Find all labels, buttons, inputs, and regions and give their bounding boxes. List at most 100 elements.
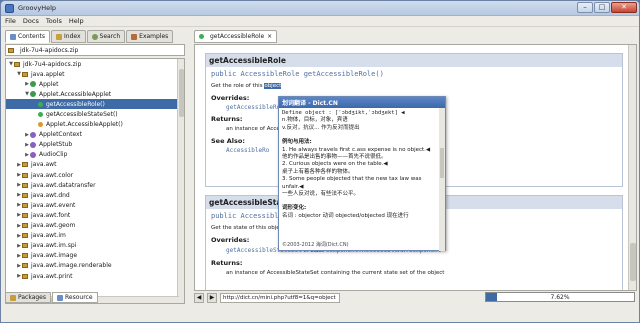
tree-node[interactable]: ▶ AppletStub [6,140,184,150]
tree-node[interactable]: ▶ AppletContext [6,130,184,140]
package-icon [22,162,28,168]
zip-icon [8,47,14,53]
tree-node[interactable]: getAccessibleRole() [6,99,184,110]
method-heading: getAccessibleRole [206,54,622,67]
tab-resource[interactable]: Resource [52,292,98,303]
tree-node[interactable]: ▶ java.awt.image [6,251,184,261]
status-url: http://dict.cn/mini.php?utf8=1&q=object [220,292,340,303]
doc-tab[interactable]: getAccessibleRole × [194,30,278,43]
bottom-tab-bar: Packages Resource [5,292,98,303]
tree-vertical-scrollbar[interactable] [177,59,184,303]
tab-search[interactable]: Search [86,30,126,43]
interface-icon [30,141,36,148]
popup-footer: ©2003-2012 海词(Dict.CN) [282,242,349,248]
method-description: Get the role of this object [206,81,622,91]
popup-line: 3. Some people objected that the new tax… [282,176,422,190]
tree-node-label: AudioClip [39,151,68,159]
back-button[interactable]: ◀ [194,292,204,303]
doc-vertical-scrollbar[interactable] [628,45,636,290]
popup-line [282,198,442,205]
close-button[interactable]: ✕ [611,2,637,13]
tree-node[interactable]: ▼ java.applet [6,69,184,79]
dictionary-popup[interactable]: 划词翻译 - Dict.CN Define object : [ˈɔbdʒikt… [278,96,446,251]
popup-line: n.物体，目标，对象，宾语 [282,117,348,124]
progress-text: 7.62% [550,294,570,301]
tree-node-label: AppletContext [39,131,82,139]
package-icon [22,182,28,188]
tree-node[interactable]: ▶ java.awt.print [6,271,184,281]
contents-tree[interactable]: ▼ jdk-7u4-apidocs.zip ▼ java.applet ▶ Applet ▼… [5,58,185,304]
tab-examples[interactable]: Examples [126,30,174,43]
popup-line: 名词 : objector 动词 objected/objected 现在进行 [282,212,409,219]
interface-icon [30,131,36,138]
popup-line: 词形变化: [282,205,307,212]
tab-packages[interactable]: Packages [5,292,51,303]
tab-index[interactable]: Index [51,30,86,43]
title-bar[interactable]: GroovyHelp – □ ✕ [1,1,639,16]
tab-contents[interactable]: Contents [5,30,50,43]
tree-node-label: AppletStub [39,141,73,149]
method-icon [38,101,43,107]
menu-tools[interactable]: Tools [46,17,62,25]
tree-node[interactable]: ▶ java.awt.event [6,200,184,210]
package-icon [22,172,28,178]
package-icon [22,192,28,198]
tree-node-label: java.awt.event [31,201,76,209]
doc-tab-close-button[interactable]: × [267,33,272,40]
tree-node[interactable]: ▶ java.awt.image.renderable [6,261,184,271]
tree-node[interactable]: ▶ java.awt.datatransfer [6,180,184,190]
tree-node-label: java.awt.dnd [31,191,70,199]
minimize-button[interactable]: – [577,2,593,13]
package-icon [22,253,28,259]
popup-scrollbar[interactable] [439,108,445,251]
tree-node-label: java.awt.font [31,211,71,219]
tree-node-label: Applet.AccessibleApplet() [46,121,123,129]
tree-node[interactable]: ▶ java.awt.font [6,210,184,220]
examples-icon [131,33,138,40]
tree-node[interactable]: ▶ java.awt.im [6,231,184,241]
tree-node[interactable]: ▶ AudioClip [6,150,184,160]
class-icon [30,81,36,88]
package-icon [22,263,28,269]
tree-node[interactable]: getAccessibleStateSet() [6,109,184,119]
tree-node[interactable]: ▼ jdk-7u4-apidocs.zip [6,59,184,69]
tree-node[interactable]: ▶ Applet [6,79,184,89]
highlighted-word[interactable]: object [264,83,282,89]
popup-line: 例句与用法: [282,139,312,146]
maximize-button[interactable]: □ [594,2,610,13]
tree-node-label: Applet.AccessibleApplet [39,90,112,98]
packages-icon [10,294,16,301]
package-icon [22,273,28,279]
tree-node[interactable]: ▼ Applet.AccessibleApplet [6,89,184,99]
popup-line: 桌子上有着各种各样的物体。 [282,168,354,175]
tree-node[interactable]: ▶ java.awt.im.spi [6,241,184,251]
popup-line: 他的作品是出售的事物——首先不说很低。 [282,154,387,161]
tree-node-label: java.awt.image.renderable [31,262,112,270]
interface-icon [30,151,36,158]
package-icon [14,61,20,67]
tree-node[interactable]: ▶ java.awt.dnd [6,190,184,200]
tree-node-label: java.awt.color [31,171,74,179]
tree-node[interactable]: ▶ java.awt.color [6,170,184,180]
returns-label-2: Returns: [211,259,243,267]
tree-root-bar[interactable]: jdk-7u4-apidocs.zip [5,44,185,56]
app-window: GroovyHelp – □ ✕ File Docs Tools Help Co… [0,0,640,323]
tree-node-label: java.awt.im [31,232,66,240]
tab-resource-label: Resource [65,294,93,301]
search-icon [91,33,98,40]
menu-docs[interactable]: Docs [23,17,39,25]
package-icon [22,233,28,239]
doc-tab-label: getAccessibleRole [210,33,265,40]
description-text: Get the role of this [211,83,265,89]
popup-line: v.反对，抗议... 作为反对而提出 [282,124,360,131]
menu-file[interactable]: File [5,17,16,25]
tree-node[interactable]: ▶ java.awt.geom [6,221,184,231]
method-signature: public AccessibleRole getAccessibleRole(… [211,70,384,78]
left-panel: Contents Index Search Examples jdk-7u4-a… [5,30,185,320]
returns-text-2: an instance of AccessibleStateSet contai… [226,270,445,276]
menu-help[interactable]: Help [69,17,84,25]
forward-button[interactable]: ▶ [207,292,217,303]
tree-node[interactable]: ▶ java.awt [6,160,184,170]
method-icon [38,112,43,118]
tree-node[interactable]: Applet.AccessibleApplet() [6,120,184,130]
